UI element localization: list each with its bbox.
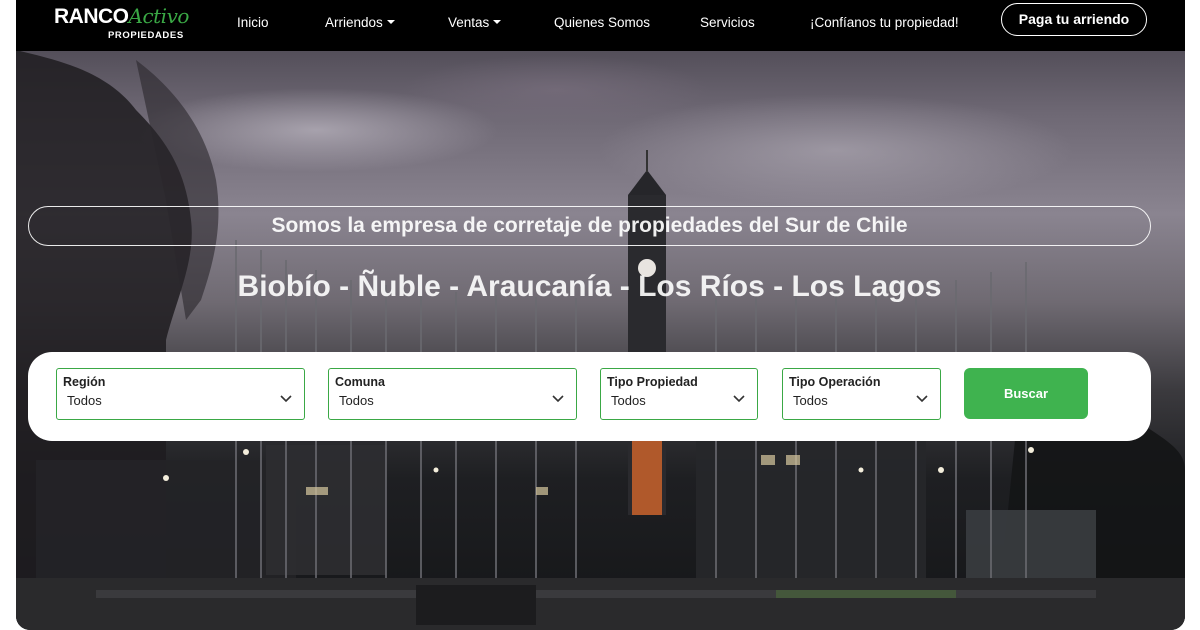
region-select[interactable]: Región Todos	[56, 368, 305, 420]
nav-item-arriendos[interactable]: Arriendos	[325, 12, 395, 34]
nav-item-confianos[interactable]: ¡Confíanos tu propiedad!	[810, 12, 959, 34]
field-label: Tipo Operación	[789, 375, 881, 389]
nav-item-quienes-somos[interactable]: Quienes Somos	[554, 12, 650, 34]
nav-item-label: Servicios	[700, 15, 755, 30]
chevron-down-icon	[552, 395, 564, 403]
nav-item-label: ¡Confíanos tu propiedad!	[810, 15, 959, 30]
field-label: Región	[63, 375, 106, 389]
hero-regions: Biobío - Ñuble - Araucanía - Los Ríos - …	[237, 270, 942, 303]
nav-item-label: Inicio	[237, 15, 269, 30]
nav-item-label: Ventas	[448, 15, 490, 30]
chevron-down-icon	[280, 395, 292, 403]
nav-item-ventas[interactable]: Ventas	[448, 12, 502, 34]
page-frame: RANCOActivo PROPIEDADES Inicio Arriendos…	[16, 0, 1185, 630]
hero-tagline: Somos la empresa de corretaje de propied…	[271, 214, 908, 237]
operation-type-select[interactable]: Tipo Operación Todos	[782, 368, 941, 420]
chevron-down-icon	[916, 395, 928, 403]
brand-subtitle: PROPIEDADES	[108, 30, 184, 41]
hero-scenery	[16, 50, 1185, 630]
caret-down-icon	[386, 20, 395, 25]
brand-name-part2: Activo	[128, 4, 190, 28]
caret-down-icon	[493, 20, 502, 25]
brand-name-part1: RANCO	[54, 5, 129, 28]
field-value: Todos	[611, 393, 646, 408]
brand-logo[interactable]: RANCOActivo PROPIEDADES	[54, 5, 189, 43]
pay-rent-button[interactable]: Paga tu arriendo	[1001, 3, 1147, 36]
property-search-form: Región Todos Comuna Todos Tipo Propiedad…	[28, 352, 1151, 441]
nav-item-label: Quienes Somos	[554, 15, 651, 30]
property-type-select[interactable]: Tipo Propiedad Todos	[600, 368, 758, 420]
field-value: Todos	[793, 393, 828, 408]
top-navbar: RANCOActivo PROPIEDADES Inicio Arriendos…	[16, 0, 1185, 51]
nav-item-inicio[interactable]: Inicio	[237, 12, 269, 34]
comuna-select[interactable]: Comuna Todos	[328, 368, 577, 420]
nav-item-label: Arriendos	[325, 15, 383, 30]
field-value: Todos	[67, 393, 102, 408]
field-value: Todos	[339, 393, 374, 408]
chevron-down-icon	[733, 395, 745, 403]
search-button[interactable]: Buscar	[964, 368, 1088, 419]
nav-item-servicios[interactable]: Servicios	[700, 12, 755, 34]
field-label: Tipo Propiedad	[607, 375, 698, 389]
hero-background-image	[16, 0, 1185, 630]
field-label: Comuna	[335, 375, 385, 389]
brand-wordmark: RANCOActivo	[54, 5, 189, 28]
